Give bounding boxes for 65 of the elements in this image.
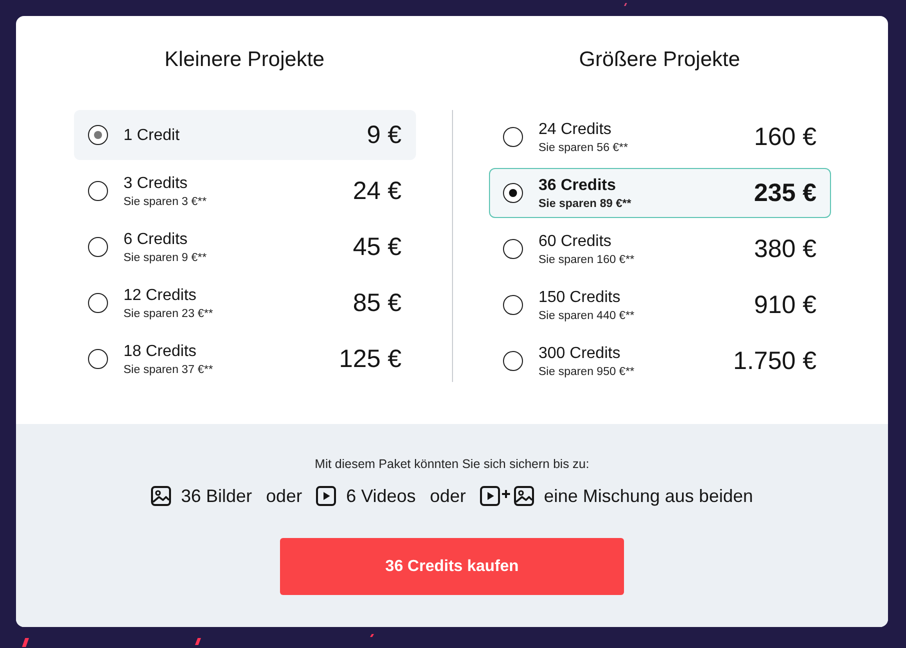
confetti-icon — [624, 3, 627, 6]
package-option[interactable]: 24 Credits Sie sparen 56 €** 160 € — [488, 112, 830, 162]
summary-item-label: eine Mischung aus beiden — [544, 485, 753, 507]
confetti-icon — [195, 638, 201, 645]
radio-button[interactable] — [502, 351, 522, 371]
price-label: 125 € — [338, 344, 402, 374]
savings-label: Sie sparen 37 €** — [124, 362, 214, 376]
credits-label: 18 Credits — [124, 342, 198, 360]
credits-label: 12 Credits — [124, 286, 198, 304]
package-option[interactable]: 3 Credits Sie sparen 3 €** 24 € — [74, 166, 416, 216]
package-option[interactable]: 12 Credits Sie sparen 23 €** 85 € — [74, 278, 416, 328]
summary-item-label: 6 Videos — [346, 485, 416, 507]
summary-intro: Mit diesem Paket könnten Sie sich sichern bis zu: — [314, 457, 590, 472]
credits-label: 300 Credits — [538, 344, 622, 362]
conjunction-text: oder — [430, 485, 466, 507]
column-heading: Kleinere Projekte — [164, 47, 326, 73]
play-icon — [316, 486, 336, 506]
radio-button[interactable] — [502, 239, 522, 259]
confetti-icon — [22, 638, 29, 647]
credits-label: 1 Credit — [124, 126, 180, 144]
package-option[interactable]: 18 Credits Sie sparen 37 €** 125 € — [74, 334, 416, 384]
price-label: 45 € — [352, 232, 402, 262]
savings-label: Sie sparen 3 €** — [124, 194, 207, 208]
radio-button[interactable] — [88, 181, 108, 201]
savings-label: Sie sparen 440 €** — [538, 308, 634, 322]
package-option[interactable]: 1 Credit 9 € — [74, 110, 416, 160]
credits-label: 60 Credits — [538, 232, 612, 250]
savings-label: Sie sparen 89 €** — [538, 196, 632, 210]
price-label: 235 € — [754, 178, 816, 208]
price-label: 380 € — [754, 234, 816, 264]
credits-label: 24 Credits — [538, 120, 612, 138]
price-label: 910 € — [754, 290, 816, 320]
confetti-icon — [370, 634, 374, 637]
savings-label: Sie sparen 23 €** — [124, 306, 214, 320]
radio-button[interactable] — [502, 183, 522, 203]
conjunction-text: oder — [266, 485, 302, 507]
radio-button[interactable] — [88, 125, 108, 145]
price-label: 160 € — [754, 122, 816, 152]
package-option[interactable]: 36 Credits Sie sparen 89 €** 235 € — [488, 168, 830, 218]
credits-label: 150 Credits — [538, 288, 622, 306]
radio-button[interactable] — [502, 127, 522, 147]
radio-button[interactable] — [502, 295, 522, 315]
credits-label: 3 Credits — [124, 174, 189, 192]
price-label: 1.750 € — [733, 346, 816, 376]
radio-button[interactable] — [88, 349, 108, 369]
package-option[interactable]: 6 Credits Sie sparen 9 €** 45 € — [74, 222, 416, 272]
package-option[interactable]: 150 Credits Sie sparen 440 €** 910 € — [488, 280, 830, 330]
package-option[interactable]: 60 Credits Sie sparen 160 €** 380 € — [488, 224, 830, 274]
price-label: 9 € — [366, 120, 402, 150]
package-option[interactable]: 300 Credits Sie sparen 950 €** 1.750 € — [488, 336, 830, 386]
credits-label: 6 Credits — [124, 230, 189, 248]
image-icon — [151, 486, 171, 506]
radio-button[interactable] — [88, 237, 108, 257]
summary-item-label: 36 Bilder — [181, 485, 252, 507]
savings-label: Sie sparen 9 €** — [124, 250, 207, 264]
price-label: 24 € — [352, 176, 402, 206]
column-heading: Größere Projekte — [578, 47, 742, 73]
credits-label: 36 Credits — [538, 176, 617, 194]
savings-label: Sie sparen 160 €** — [538, 252, 634, 266]
play-plus-image-icon — [480, 486, 534, 506]
savings-label: Sie sparen 950 €** — [538, 364, 634, 378]
price-label: 85 € — [352, 288, 402, 318]
radio-button[interactable] — [88, 293, 108, 313]
savings-label: Sie sparen 56 €** — [538, 140, 628, 154]
buy-button[interactable]: 36 Credits kaufen — [280, 538, 624, 595]
